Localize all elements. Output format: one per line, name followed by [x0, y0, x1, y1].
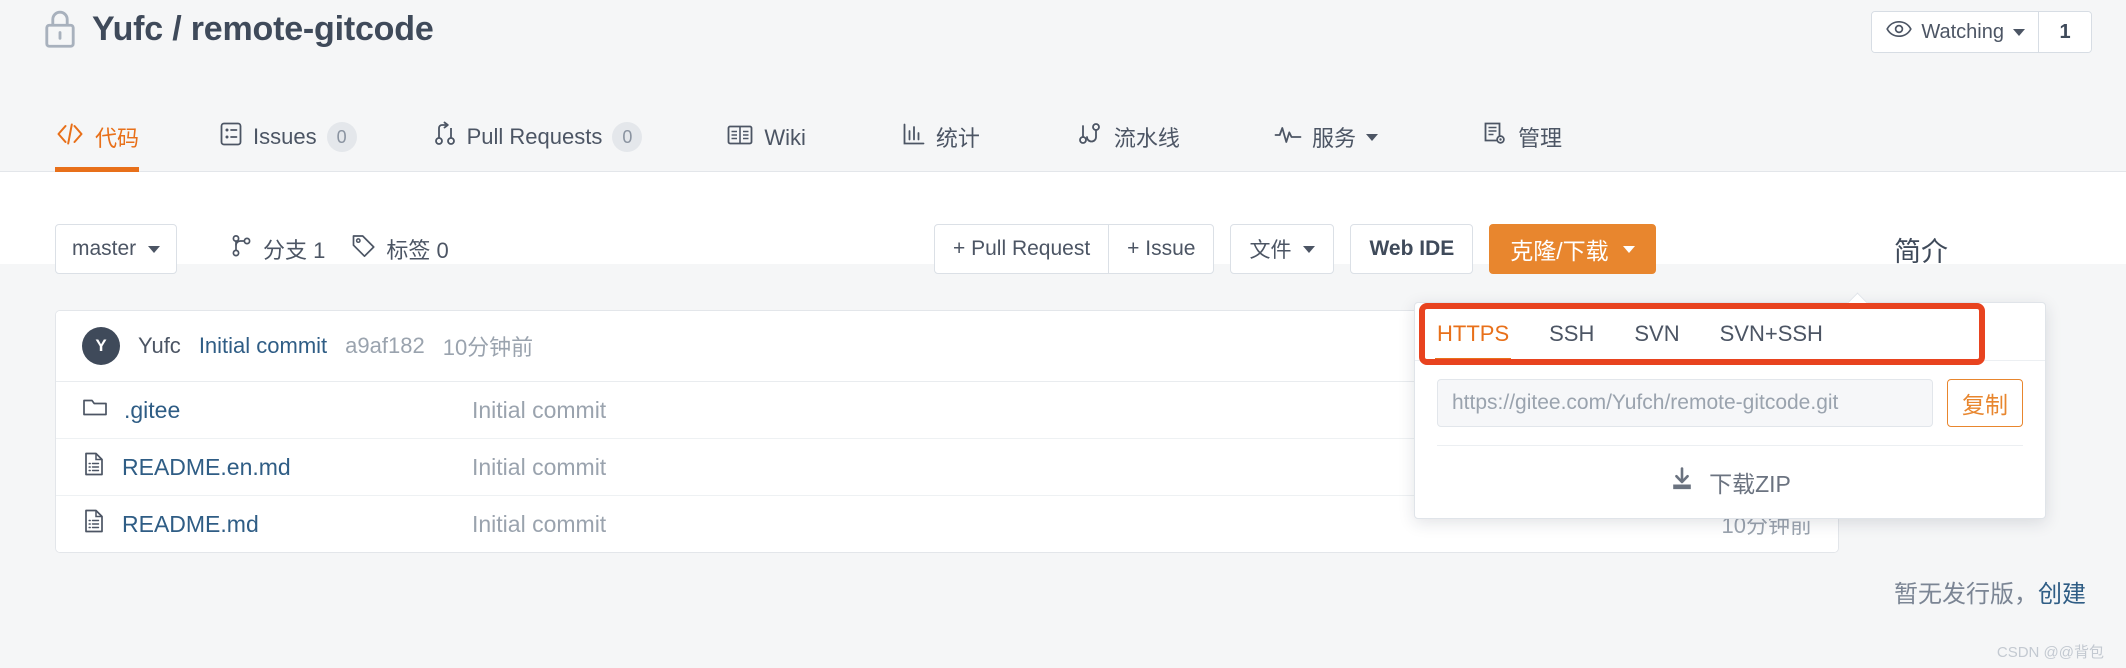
clone-download-dropdown: HTTPS SSH SVN SVN+SSH 复制 下载ZIP: [1414, 302, 2046, 519]
clone-download-button[interactable]: 克隆/下载: [1489, 224, 1655, 274]
branches-label: 分支 1: [263, 233, 325, 265]
commit-author: Yufc: [138, 333, 181, 359]
tab-label: Pull Requests: [467, 124, 603, 150]
file-icon: [82, 508, 106, 540]
download-icon: [1669, 466, 1695, 498]
spacer: [1214, 224, 1230, 274]
tab-services[interactable]: 服务: [1274, 121, 1378, 171]
commit-message[interactable]: Initial commit: [199, 333, 327, 359]
tab-issues[interactable]: Issues 0: [219, 121, 357, 171]
release-empty-note: 暂无发行版，创建: [1894, 574, 2086, 609]
tab-label: 流水线: [1114, 121, 1180, 153]
watch-count[interactable]: 1: [2038, 12, 2091, 52]
chevron-down-icon: [148, 246, 160, 253]
chevron-down-icon: [1366, 134, 1378, 141]
tab-https[interactable]: HTTPS: [1437, 321, 1509, 360]
repository-header: Yufc / remote-gitcode Watching 1: [0, 0, 2126, 172]
page-title: Yufc / remote-gitcode: [92, 10, 434, 49]
tab-ssh[interactable]: SSH: [1549, 321, 1594, 360]
folder-icon: [82, 396, 108, 424]
new-pull-request-button[interactable]: + Pull Request: [934, 224, 1109, 274]
manage-icon: [1482, 121, 1508, 153]
files-menu-label: 文件: [1249, 234, 1291, 264]
tab-label: 统计: [936, 121, 980, 153]
clone-url-row: 复制: [1415, 361, 2045, 445]
tab-manage[interactable]: 管理: [1482, 121, 1562, 171]
download-zip-label: 下载ZIP: [1709, 465, 1791, 499]
lock-icon: [42, 8, 78, 50]
file-name-label: README.en.md: [122, 454, 291, 481]
copy-button[interactable]: 复制: [1947, 379, 2023, 427]
repository-meta: 分支 1 标签 0: [230, 224, 449, 274]
branches-link[interactable]: 分支 1: [230, 233, 325, 265]
tab-code[interactable]: 代码: [55, 121, 139, 171]
file-link[interactable]: README.en.md: [82, 451, 472, 483]
watermark: CSDN @@背包: [1997, 641, 2104, 662]
file-name-label: README.md: [122, 511, 259, 538]
chevron-down-icon: [1623, 246, 1635, 253]
spacer: [1334, 224, 1350, 274]
intro-section-title: 简介: [1894, 224, 1948, 274]
tab-wiki[interactable]: Wiki: [726, 123, 806, 171]
watch-button-group[interactable]: Watching 1: [1871, 11, 2092, 53]
pull-requests-count-badge: 0: [612, 122, 642, 152]
tab-pipeline[interactable]: 流水线: [1076, 121, 1180, 171]
release-empty-text: 暂无发行版，: [1894, 581, 2038, 608]
clone-download-label: 克隆/下载: [1510, 232, 1608, 266]
repository-title-row: Yufc / remote-gitcode: [42, 8, 434, 50]
watch-label: Watching: [1921, 21, 2004, 44]
tab-statistics[interactable]: 统计: [902, 121, 980, 171]
tab-svn[interactable]: SVN: [1634, 321, 1679, 360]
download-zip-button[interactable]: 下载ZIP: [1415, 446, 2045, 518]
tag-icon: [351, 234, 377, 264]
spacer: [1473, 224, 1489, 274]
file-icon: [82, 451, 106, 483]
eye-icon: [1886, 20, 1912, 44]
file-link[interactable]: README.md: [82, 508, 472, 540]
commit-sha[interactable]: a9af182: [345, 333, 425, 359]
clone-url-input[interactable]: [1437, 379, 1933, 427]
repository-nav-tabs: 代码 Issues 0: [0, 104, 2126, 172]
stats-icon: [902, 122, 926, 152]
commit-time: 10分钟前: [443, 330, 533, 362]
tab-label: Issues: [253, 124, 317, 150]
pull-request-icon: [433, 121, 457, 153]
watch-button[interactable]: Watching: [1872, 12, 2038, 52]
tab-svn-ssh[interactable]: SVN+SSH: [1720, 321, 1823, 360]
branch-selector[interactable]: master: [55, 224, 177, 274]
tab-label: 服务: [1312, 121, 1356, 153]
file-name-label: .gitee: [124, 397, 180, 424]
wiki-icon: [726, 123, 754, 153]
clone-protocol-tabs: HTTPS SSH SVN SVN+SSH: [1415, 303, 2045, 361]
create-release-link[interactable]: 创建: [2038, 581, 2086, 608]
tab-label: 管理: [1518, 121, 1562, 153]
tags-link[interactable]: 标签 0: [351, 233, 448, 265]
service-icon: [1274, 124, 1302, 150]
file-link[interactable]: .gitee: [82, 396, 472, 424]
tab-pull-requests[interactable]: Pull Requests 0: [433, 121, 643, 171]
code-icon: [55, 123, 85, 151]
branch-icon: [230, 233, 254, 265]
chevron-down-icon: [2013, 29, 2025, 36]
dropdown-arrow: [1847, 292, 1869, 304]
pipeline-icon: [1076, 121, 1104, 153]
tab-label: 代码: [95, 121, 139, 153]
toolbar-actions: + Pull Request + Issue 文件 Web IDE 克隆/下载: [934, 224, 1656, 274]
create-button-group: + Pull Request + Issue: [934, 224, 1214, 274]
web-ide-button[interactable]: Web IDE: [1350, 224, 1473, 274]
branch-selector-label: master: [72, 237, 136, 261]
new-issue-button[interactable]: + Issue: [1108, 224, 1214, 274]
tags-label: 标签 0: [386, 233, 448, 265]
gitee-repository-page: Yufc / remote-gitcode Watching 1: [0, 0, 2126, 668]
tab-label: Wiki: [764, 125, 806, 151]
chevron-down-icon: [1303, 246, 1315, 253]
avatar: Y: [82, 327, 120, 365]
issues-count-badge: 0: [327, 122, 357, 152]
issues-icon: [219, 121, 243, 153]
files-menu-button[interactable]: 文件: [1230, 224, 1334, 274]
